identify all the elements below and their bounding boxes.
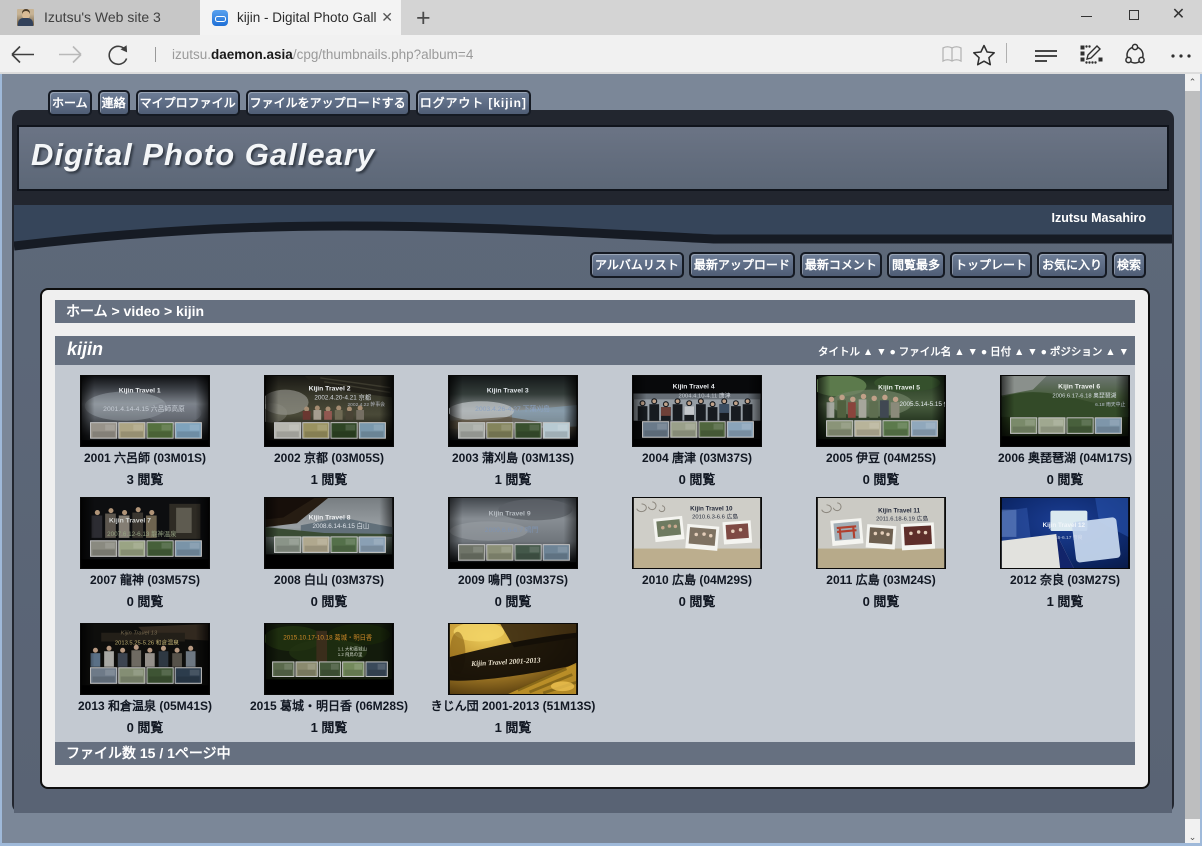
svg-text:Kijin Travel 4: Kijin Travel 4 [673,384,715,391]
svg-text:Kijin Travel 2: Kijin Travel 2 [309,386,351,393]
svg-text:2008.6.14-6.15 白山: 2008.6.14-6.15 白山 [312,521,369,530]
svg-text:Kijin Travel 9: Kijin Travel 9 [489,511,531,518]
svg-text:2002.4.20-4.21 京都: 2002.4.20-4.21 京都 [314,392,371,401]
svg-text:2001.4.14-4.15 六呂師高原: 2001.4.14-4.15 六呂師高原 [103,404,185,413]
svg-text:2007.6.12-6.13 龍神温泉: 2007.6.12-6.13 龍神温泉 [107,529,177,538]
svg-text:Kijin Travel 10: Kijin Travel 10 [690,506,733,513]
svg-text:2012.6.16-6.17 奈良: 2012.6.16-6.17 奈良 [1039,534,1083,541]
svg-text:Kijin Travel 1: Kijin Travel 1 [119,388,161,395]
svg-text:Kijin Travel 6: Kijin Travel 6 [1058,384,1100,391]
svg-text:2002.4.22 幹事会: 2002.4.22 幹事会 [347,401,385,408]
svg-text:Kijin Travel 8: Kijin Travel 8 [309,514,351,521]
svg-text:Kijin Travel 5: Kijin Travel 5 [878,385,920,392]
svg-text:Kijin Travel 7: Kijin Travel 7 [109,517,151,524]
svg-text:Kijin Travel 11: Kijin Travel 11 [878,508,920,515]
svg-text:2006.6.17-6.18 奥琵琶湖: 2006.6.17-6.18 奥琵琶湖 [1052,391,1116,399]
svg-text:2011.6.18-6.19 広島: 2011.6.18-6.19 広島 [876,514,928,522]
svg-text:1.2 飛鳥の里: 1.2 飛鳥の里 [338,651,363,658]
svg-text:Kijin Travel 3: Kijin Travel 3 [487,388,529,395]
svg-text:Kijin Travel 12: Kijin Travel 12 [1043,522,1086,529]
svg-text:2015.10.17-10.18 葛城・明日香: 2015.10.17-10.18 葛城・明日香 [283,633,373,642]
svg-text:2005.5.14-5.15 伊豆: 2005.5.14-5.15 伊豆 [899,399,946,408]
svg-text:6.18 雨天中止: 6.18 雨天中止 [1095,401,1125,408]
svg-text:2004.4.10-4.11 唐津: 2004.4.10-4.11 唐津 [679,391,731,399]
svg-text:2010.6.3-6.6 広島: 2010.6.3-6.6 広島 [692,512,738,520]
svg-text:2009.6.6-6.7 鳴門: 2009.6.6-6.7 鳴門 [485,525,539,534]
svg-text:2003.4.26-4.27 下蒲刈島: 2003.4.26-4.27 下蒲刈島 [475,404,550,413]
